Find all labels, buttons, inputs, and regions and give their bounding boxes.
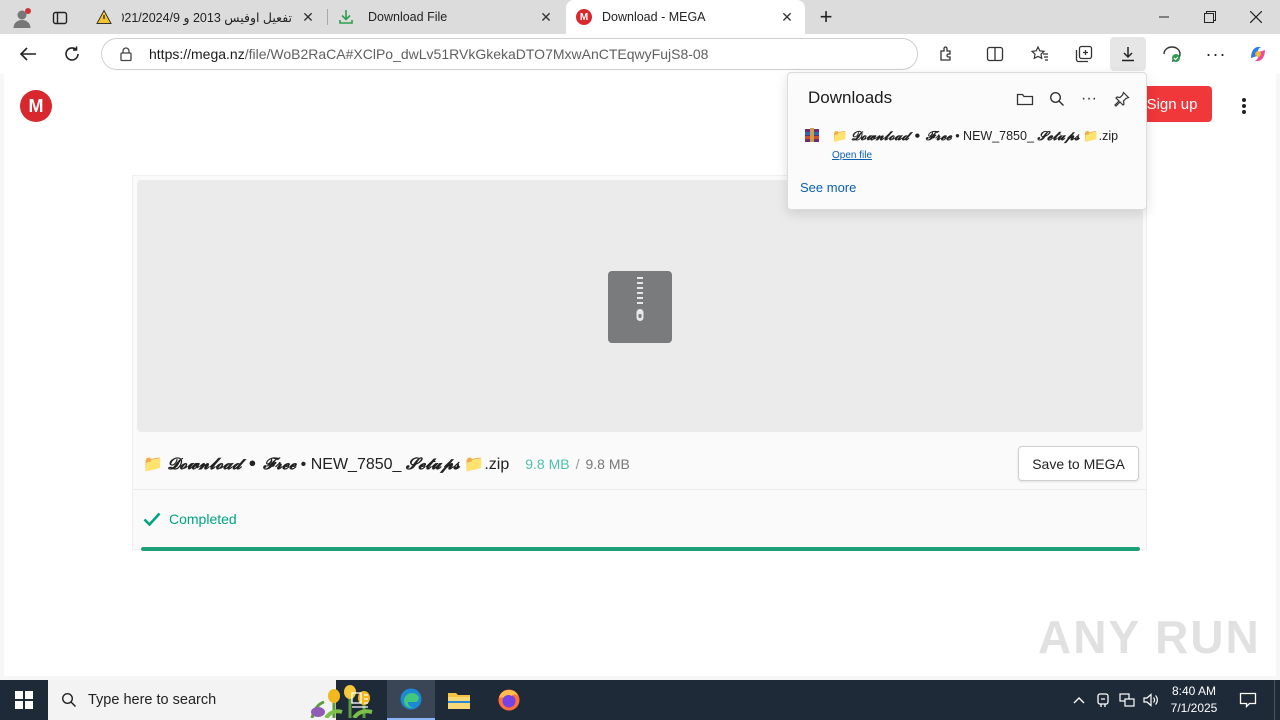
divider (133, 489, 1146, 490)
url-text: https://mega.nz/file/WoB2RaCA#XClPo_dwLv… (149, 46, 708, 62)
open-folder-icon[interactable] (1013, 87, 1037, 111)
close-tab-icon[interactable]: ✕ (300, 9, 316, 25)
copilot-icon[interactable] (1242, 38, 1274, 70)
search-placeholder: Type here to search (88, 692, 217, 708)
mega-logo[interactable]: M (20, 90, 52, 122)
more-options-icon[interactable]: ··· (1200, 38, 1232, 70)
back-button[interactable] (12, 38, 44, 70)
clock[interactable]: 8:40 AM 7/1/2025 (1166, 683, 1222, 717)
downloads-flyout: Downloads ··· 📁 𝓓𝓸𝔀𝓷𝓵𝓸𝓪𝓭 • 𝓕𝓻𝓮𝓮 • NEW_78… (787, 72, 1147, 210)
taskbar: Type here to search 8:40 AM 7/1/2025 (0, 680, 1280, 720)
close-tab-icon[interactable]: ✕ (779, 9, 795, 25)
download-file-name: 📁 𝓓𝓸𝔀𝓷𝓵𝓸𝓪𝓭 • 𝓕𝓻𝓮𝓮 • NEW_7850_ 𝓢𝓮𝓽𝓾𝓹𝓼 📁.z… (832, 128, 1119, 143)
tab-strip: تفعيل اوفيس 2013 و 2021/2024/9 ✕ Downloa… (0, 0, 1280, 34)
progress-bar (141, 547, 1140, 551)
url-path: /file/WoB2RaCA#XClPo_dwLv51RVkGkekaDTO7M… (244, 46, 709, 62)
file-card: 📁 𝓓𝓸𝔀𝓷𝓵𝓸𝓪𝓭 • 𝓕𝓻𝓮𝓮 • NEW_7850_ 𝓢𝓮𝓽𝓾𝓹𝓼 📁.z… (132, 175, 1147, 551)
tab-download-mega[interactable]: M Download - MEGA ✕ (566, 0, 805, 34)
volume-icon[interactable] (1140, 680, 1162, 720)
split-screen-icon[interactable] (979, 38, 1011, 70)
firefox-icon[interactable] (487, 680, 531, 720)
tab-title: Download File (368, 10, 448, 24)
tab-office-activation[interactable]: تفعيل اوفيس 2013 و 2021/2024/9 ✕ (86, 0, 326, 34)
total-size: 9.8 MB (585, 456, 630, 472)
progress-fill (141, 547, 1140, 551)
tab-title: Download - MEGA (602, 10, 706, 24)
close-tab-icon[interactable]: ✕ (538, 9, 554, 25)
anyrun-watermark: ANY RUN (1038, 611, 1261, 663)
mega-icon: M (576, 9, 592, 25)
clock-time: 8:40 AM (1171, 684, 1217, 698)
new-tab-icon[interactable]: + (812, 3, 840, 31)
tab-actions-icon[interactable] (46, 4, 74, 32)
search-icon (61, 692, 77, 708)
minimize-button[interactable] (1141, 0, 1187, 34)
downloaded-size: 9.8 MB (525, 456, 570, 472)
show-desktop-button[interactable] (1274, 680, 1280, 720)
checkmark-icon (143, 512, 161, 526)
tab-title: تفعيل اوفيس 2013 و 2021/2024/9 (122, 10, 292, 25)
download-status: Completed (143, 511, 237, 527)
downloads-title: Downloads (808, 88, 893, 107)
downloads-button[interactable] (1110, 37, 1146, 71)
taskbar-search-input[interactable]: Type here to search (48, 680, 373, 720)
save-to-mega-button[interactable]: Save to MEGA (1018, 446, 1139, 481)
notifications-icon[interactable] (1232, 680, 1264, 720)
see-more-link[interactable]: See more (800, 180, 856, 195)
clock-date: 7/1/2025 (1170, 701, 1218, 715)
rar-archive-icon (805, 128, 819, 142)
task-view-icon[interactable] (340, 680, 380, 720)
file-preview (137, 180, 1143, 432)
file-explorer-icon[interactable] (437, 680, 481, 720)
tab-download-file[interactable]: Download File ✕ (328, 0, 564, 34)
edge-taskbar-icon[interactable] (387, 680, 435, 720)
restore-button[interactable] (1187, 0, 1233, 34)
extensions-icon[interactable] (931, 38, 963, 70)
start-button[interactable] (0, 680, 48, 720)
menu-kebab-icon[interactable] (1234, 94, 1254, 118)
file-name: 📁 𝓓𝓸𝔀𝓷𝓵𝓸𝓪𝓭 • 𝓕𝓻𝓮𝓮 • NEW_7850_ 𝓢𝓮𝓽𝓾𝓹𝓼 📁.z… (143, 454, 510, 473)
more-options-icon[interactable]: ··· (1077, 87, 1101, 111)
profile-icon[interactable] (8, 4, 36, 32)
status-text: Completed (169, 511, 237, 527)
search-icon[interactable] (1045, 87, 1069, 111)
download-icon (338, 9, 354, 25)
close-window-button[interactable] (1233, 0, 1279, 34)
refresh-button[interactable] (56, 38, 88, 70)
site-info-icon[interactable] (118, 46, 134, 62)
warning-triangle-icon (96, 9, 112, 25)
browser-essentials-icon[interactable] (1156, 38, 1188, 70)
network-icon[interactable] (1116, 680, 1138, 720)
file-info: 📁 𝓓𝓸𝔀𝓷𝓵𝓸𝓪𝓭 • 𝓕𝓻𝓮𝓮 • NEW_7850_ 𝓢𝓮𝓽𝓾𝓹𝓼 📁.z… (143, 452, 630, 476)
device-icon[interactable] (1092, 680, 1114, 720)
show-hidden-icons[interactable] (1068, 680, 1090, 720)
open-file-link[interactable]: Open file (832, 150, 872, 161)
address-bar[interactable]: https://mega.nz/file/WoB2RaCA#XClPo_dwLv… (101, 38, 918, 70)
pin-icon[interactable] (1110, 87, 1134, 111)
zip-file-icon (608, 271, 672, 343)
url-host: https://mega.nz (149, 46, 245, 62)
size-separator: / (575, 456, 580, 472)
favorites-icon[interactable] (1024, 38, 1056, 70)
collections-icon[interactable] (1068, 38, 1100, 70)
